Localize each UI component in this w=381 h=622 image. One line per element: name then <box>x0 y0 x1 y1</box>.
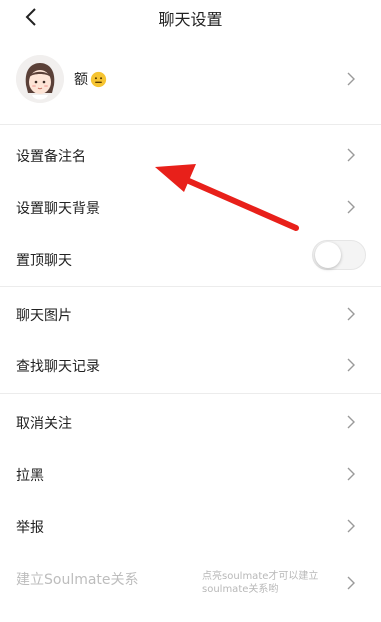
girl-avatar-icon <box>16 55 64 103</box>
row-report[interactable]: 举报 <box>0 499 381 551</box>
soulmate-hint: 点亮soulmate才可以建立soulmate关系哟 <box>202 571 319 595</box>
row-label-report: 举报 <box>16 520 44 536</box>
row-unfollow[interactable]: 取消关注 <box>0 395 381 447</box>
divider <box>0 393 381 394</box>
chevron-right-icon <box>347 415 355 429</box>
row-search-chat-history[interactable]: 查找聊天记录 <box>0 340 381 392</box>
row-label-block: 拉黑 <box>16 468 44 484</box>
row-label-chat-images: 聊天图片 <box>16 308 72 324</box>
page-title: 聊天设置 <box>158 10 223 29</box>
divider <box>0 124 381 125</box>
row-set-remark[interactable]: 设置备注名 <box>0 128 381 180</box>
row-set-chat-background[interactable]: 设置聊天背景 <box>0 180 381 232</box>
neutral-face-emoji-icon <box>90 71 107 87</box>
chevron-right-icon <box>347 200 355 214</box>
row-label-pin-chat: 置顶聊天 <box>16 253 72 269</box>
row-label-unfollow: 取消关注 <box>16 416 72 432</box>
toggle-knob <box>315 242 341 268</box>
row-block[interactable]: 拉黑 <box>0 447 381 499</box>
row-label-set-chat-background: 设置聊天背景 <box>16 201 100 217</box>
profile-name: 额 <box>74 72 88 88</box>
chevron-right-icon <box>347 467 355 481</box>
chevron-right-icon <box>347 307 355 321</box>
divider <box>0 286 381 287</box>
profile-row[interactable]: 额 <box>0 36 381 122</box>
chevron-right-icon <box>347 576 355 590</box>
chevron-right-icon <box>347 72 355 86</box>
chevron-right-icon <box>347 519 355 533</box>
profile-name-wrap: 额 <box>74 69 107 89</box>
chevron-right-icon <box>347 148 355 162</box>
avatar <box>16 55 64 103</box>
top-bar: 聊天设置 <box>0 0 381 34</box>
pin-chat-toggle[interactable] <box>312 240 366 270</box>
row-chat-images[interactable]: 聊天图片 <box>0 288 381 340</box>
row-label-search-chat-history: 查找聊天记录 <box>16 359 100 375</box>
row-label-set-remark: 设置备注名 <box>16 149 86 165</box>
chevron-right-icon <box>347 358 355 372</box>
row-label-build-soulmate: 建立Soulmate关系 <box>16 572 139 588</box>
